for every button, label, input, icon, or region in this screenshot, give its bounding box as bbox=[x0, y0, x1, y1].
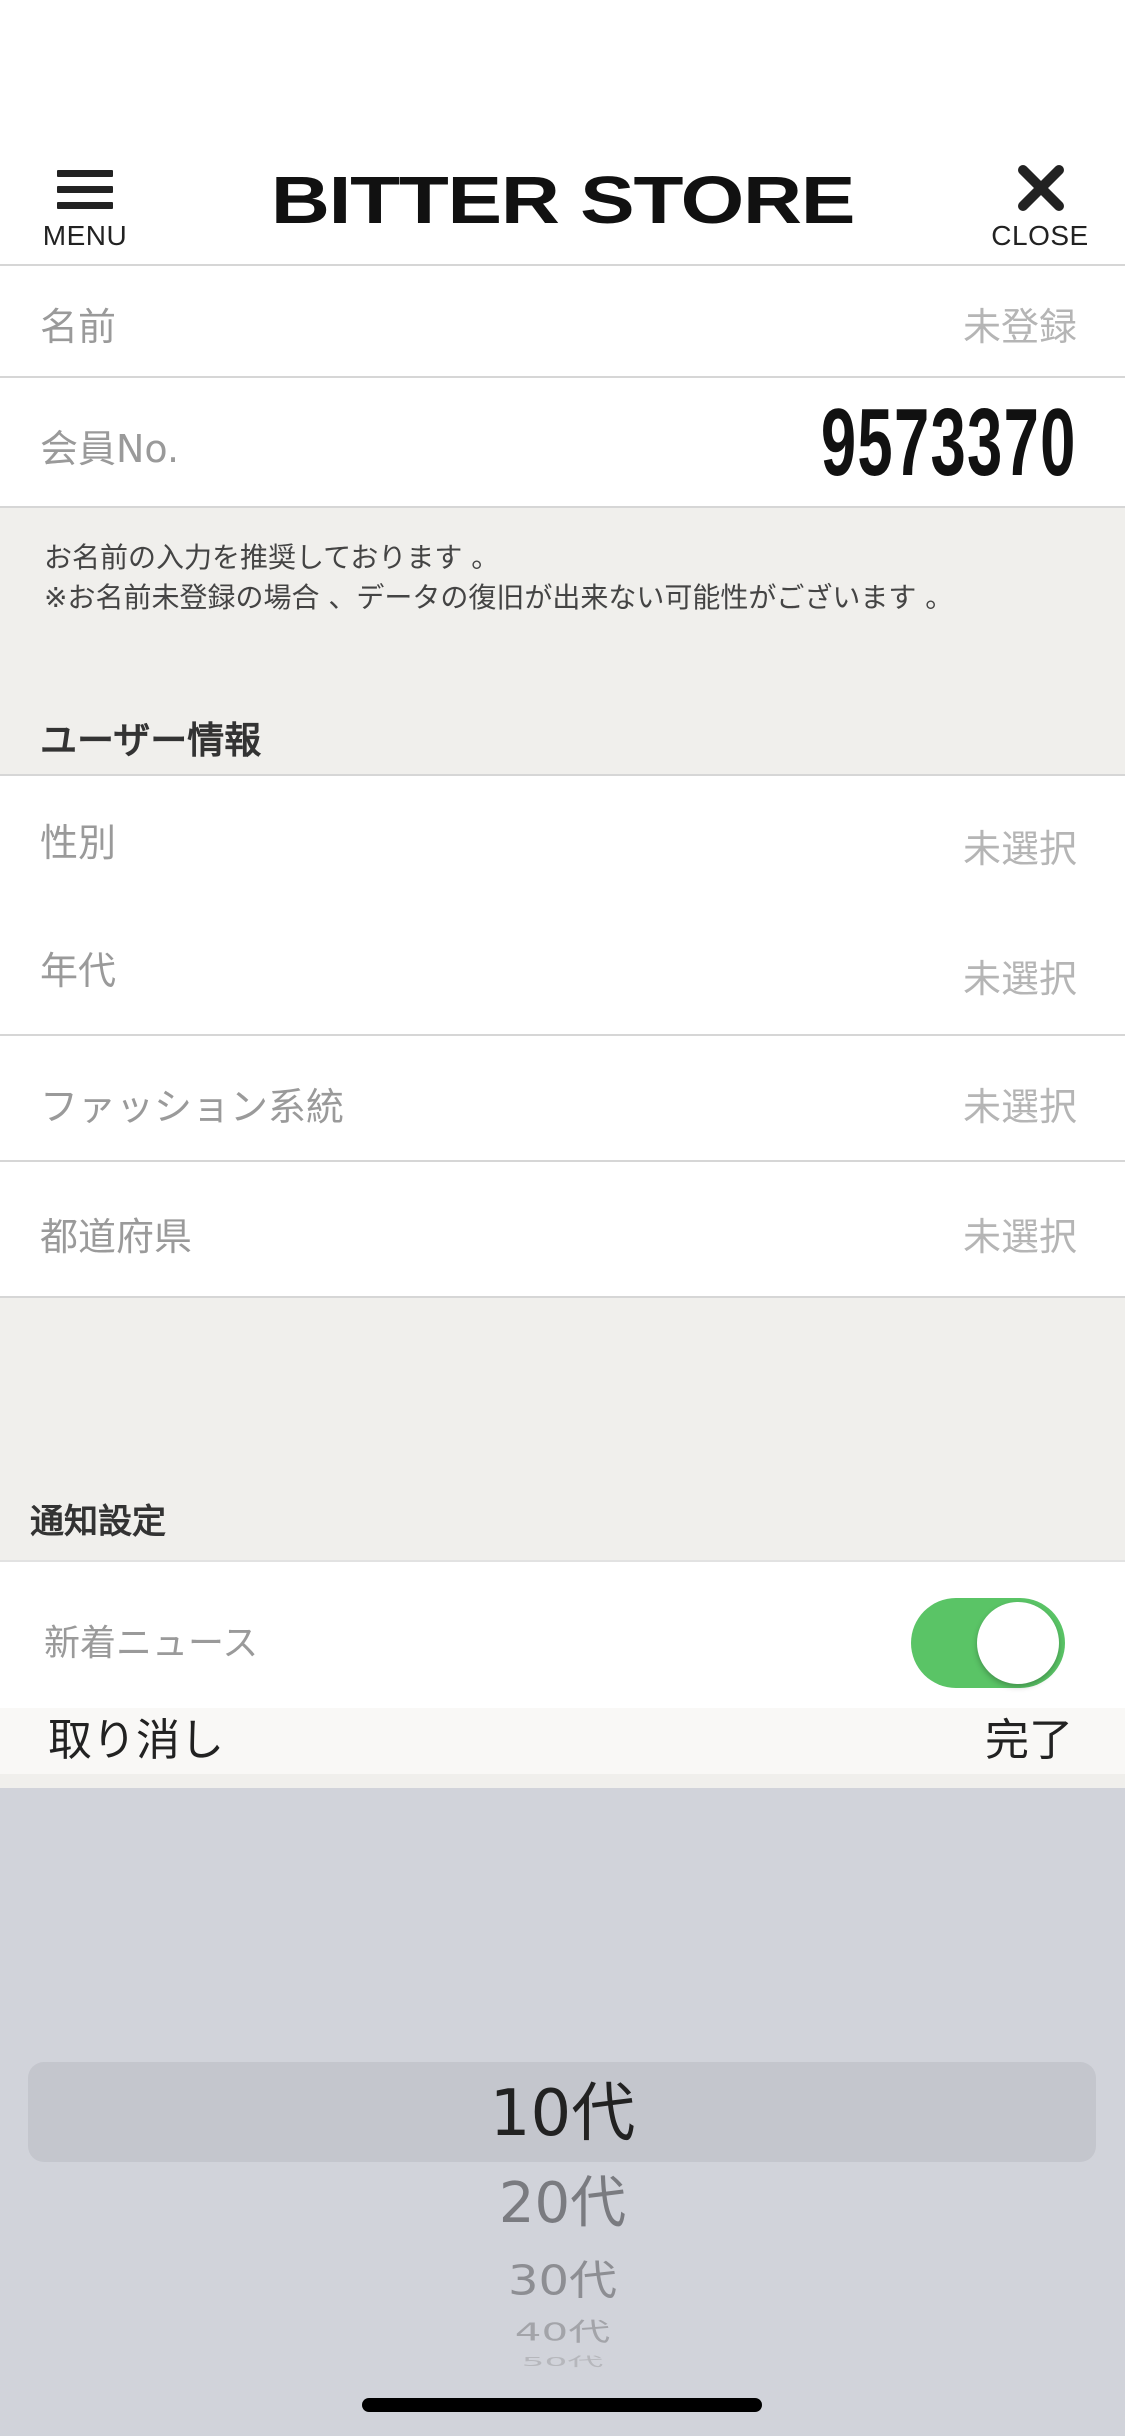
picker-toolbar: 取り消し 完了 bbox=[0, 1708, 1125, 1774]
age-group-label: 年代 bbox=[40, 949, 117, 993]
picker-option[interactable]: 40代 bbox=[0, 2319, 1125, 2345]
brand-logo: BITTER STORE bbox=[270, 163, 856, 238]
close-button[interactable]: CLOSE bbox=[975, 158, 1105, 258]
news-notification-label: 新着ニュース bbox=[44, 1623, 259, 1664]
menu-label: MENU bbox=[42, 220, 128, 251]
close-icon bbox=[1018, 165, 1064, 211]
name-row[interactable]: 名前 未登録 bbox=[0, 266, 1125, 378]
prefecture-value: 未選択 bbox=[962, 1215, 1077, 1259]
toggle-knob bbox=[977, 1602, 1059, 1684]
news-notification-row: 新着ニュース bbox=[0, 1560, 1125, 1710]
cancel-button[interactable]: 取り消し bbox=[48, 1708, 224, 1774]
gender-label: 性別 bbox=[40, 821, 117, 865]
picker-option[interactable]: 10代 bbox=[0, 2076, 1125, 2152]
prefecture-row[interactable]: 都道府県 未選択 bbox=[0, 1162, 1125, 1298]
hamburger-icon bbox=[57, 170, 113, 210]
fashion-style-label: ファッション系統 bbox=[40, 1085, 345, 1129]
fashion-style-row[interactable]: ファッション系統 未選択 bbox=[0, 1036, 1125, 1162]
app-header: MENU BITTER STORE CLOSE bbox=[0, 150, 1125, 266]
prefecture-label: 都道府県 bbox=[40, 1215, 193, 1259]
picker-option[interactable]: 50代 bbox=[0, 2356, 1125, 2369]
user-info-title: ユーザー情報 bbox=[40, 719, 262, 762]
home-indicator bbox=[362, 2398, 762, 2412]
name-value: 未登録 bbox=[962, 305, 1077, 349]
gender-value: 未選択 bbox=[962, 827, 1077, 871]
status-bar bbox=[0, 0, 1125, 150]
age-group-row[interactable]: 年代 未選択 bbox=[0, 904, 1125, 1036]
member-number-value: 9573370 bbox=[821, 389, 1077, 496]
member-number-label: 会員No. bbox=[40, 427, 180, 471]
menu-button[interactable]: MENU bbox=[30, 158, 140, 258]
name-recommend-notice: お名前の入力を推奨しております 。 ※お名前未登録の場合 、データの復旧が出来な… bbox=[44, 538, 953, 618]
name-label: 名前 bbox=[40, 305, 117, 349]
fashion-style-value: 未選択 bbox=[962, 1085, 1077, 1129]
news-notification-toggle[interactable] bbox=[911, 1598, 1065, 1688]
close-label: CLOSE bbox=[991, 220, 1089, 251]
notice-line-2: ※お名前未登録の場合 、データの復旧が出来ない可能性がございます 。 bbox=[44, 581, 954, 614]
picker-option[interactable]: 30代 bbox=[0, 2258, 1125, 2304]
notification-settings-title: 通知設定 bbox=[30, 1502, 166, 1542]
done-button[interactable]: 完了 bbox=[985, 1708, 1073, 1774]
member-number-row: 会員No. 9573370 bbox=[0, 378, 1125, 508]
notice-line-1: お名前の入力を推奨しております 。 bbox=[44, 541, 500, 574]
picker-option[interactable]: 20代 bbox=[0, 2172, 1125, 2236]
age-group-value: 未選択 bbox=[962, 957, 1077, 1001]
gender-row[interactable]: 性別 未選択 bbox=[0, 774, 1125, 906]
age-group-picker[interactable]: 10代 20代 30代 40代 50代 bbox=[0, 1788, 1125, 2436]
